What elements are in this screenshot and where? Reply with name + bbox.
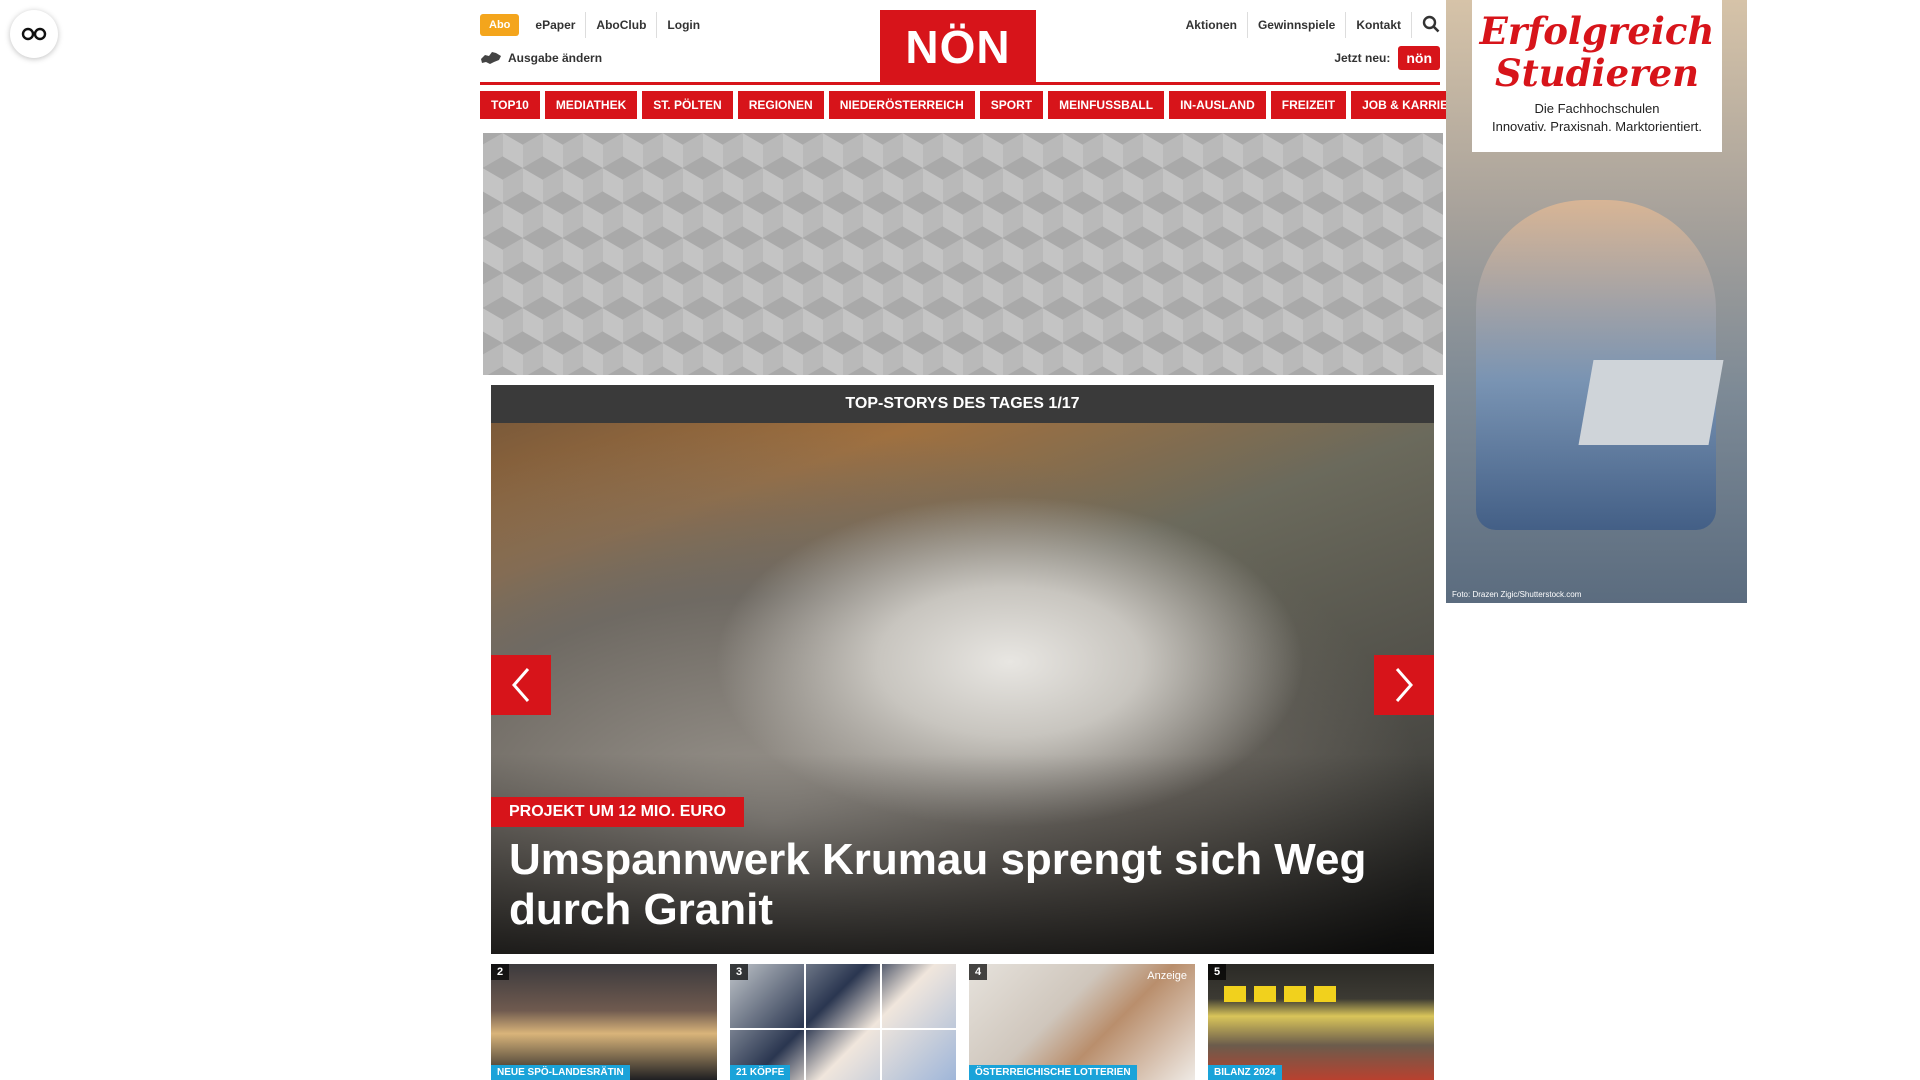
edition-label: Ausgabe ändern xyxy=(508,51,603,65)
ad-laptop-image xyxy=(1578,360,1724,445)
epaper-link[interactable]: ePaper xyxy=(525,12,585,38)
top-nav-left: Abo ePaper AboClub Login xyxy=(480,12,710,38)
noen-app-badge: nön xyxy=(1398,46,1440,70)
chevron-left-icon xyxy=(512,668,530,702)
edition-switcher[interactable]: Ausgabe ändern xyxy=(480,50,602,66)
ad-subtitle-line1: Die Fachhochschulen xyxy=(1534,101,1660,116)
reader-mode-button[interactable] xyxy=(10,10,58,58)
ad-photo-credit: Foto: Drazen Zigic/Shutterstock.com xyxy=(1452,590,1582,599)
teaser-card[interactable]: 2 NEUE SPÖ-LANDESRÄTIN xyxy=(491,964,717,1080)
aktionen-link[interactable]: Aktionen xyxy=(1176,12,1248,38)
nav-top10[interactable]: TOP10 xyxy=(480,91,540,119)
sidebar-ad[interactable]: Erfolgreich Studieren Die Fachhochschule… xyxy=(1446,0,1747,603)
teaser-number: 3 xyxy=(730,964,749,980)
story-kicker: PROJEKT UM 12 MIO. EURO xyxy=(491,797,744,827)
teaser-number: 2 xyxy=(491,964,510,980)
teaser-tag: BILANZ 2024 xyxy=(1208,1065,1282,1080)
nav-niederoesterreich[interactable]: NIEDERÖSTERREICH xyxy=(828,91,975,119)
teaser-card[interactable]: 4 Anzeige ÖSTERREICHISCHE LOTTERIEN xyxy=(969,964,1195,1080)
abo-button[interactable]: Abo xyxy=(480,14,520,36)
ad-title-line1: Erfolgreich xyxy=(1479,9,1715,53)
slider-prev-button[interactable] xyxy=(491,655,551,715)
nav-st-poelten[interactable]: ST. PÖLTEN xyxy=(642,91,733,119)
ad-text-box: Erfolgreich Studieren Die Fachhochschule… xyxy=(1472,0,1722,152)
teaser-tag: NEUE SPÖ-LANDESRÄTIN xyxy=(491,1065,630,1080)
ad-placeholder-banner xyxy=(483,133,1443,375)
search-icon[interactable] xyxy=(1412,15,1440,36)
slider-title: TOP-STORYS DES TAGES 1/17 xyxy=(491,385,1434,423)
kontakt-link[interactable]: Kontakt xyxy=(1346,12,1412,38)
site-header: Abo ePaper AboClub Login Ausgabe ändern … xyxy=(480,0,1440,85)
new-app-promo[interactable]: Jetzt neu: nön xyxy=(1334,46,1440,70)
ad-title-line2: Studieren xyxy=(1494,51,1700,95)
teaser-tag: 21 KÖPFE xyxy=(730,1065,791,1080)
main-navigation: TOP10 MEDIATHEK ST. PÖLTEN REGIONEN NIED… xyxy=(480,91,1476,119)
chevron-right-icon xyxy=(1395,668,1413,702)
nav-in-ausland[interactable]: IN-AUSLAND xyxy=(1169,91,1266,119)
ad-subtitle-line2: Innovativ. Praxisnah. Marktorientiert. xyxy=(1491,119,1702,134)
slider-next-button[interactable] xyxy=(1374,655,1434,715)
nav-regionen[interactable]: REGIONEN xyxy=(737,91,824,119)
gewinnspiele-link[interactable]: Gewinnspiele xyxy=(1248,12,1347,38)
nav-mediathek[interactable]: MEDIATHEK xyxy=(544,91,638,119)
teaser-card[interactable]: 3 21 KÖPFE xyxy=(730,964,956,1080)
slider-image[interactable]: PROJEKT UM 12 MIO. EURO Umspannwerk Krum… xyxy=(491,423,1434,954)
ad-label: Anzeige xyxy=(1147,970,1187,982)
story-headline[interactable]: Umspannwerk Krumau sprengt sich Weg durc… xyxy=(509,835,1389,935)
aboclub-link[interactable]: AboClub xyxy=(585,12,656,38)
nav-meinfussball[interactable]: MEINFUSSBALL xyxy=(1048,91,1165,119)
top-nav-right: Aktionen Gewinnspiele Kontakt xyxy=(1176,12,1440,38)
header-divider xyxy=(480,82,1440,85)
site-logo[interactable]: NÖN xyxy=(880,10,1036,84)
story-teasers: 2 NEUE SPÖ-LANDESRÄTIN 3 21 KÖPFE 4 Anze… xyxy=(491,964,1434,1080)
login-link[interactable]: Login xyxy=(656,12,710,38)
glasses-icon xyxy=(21,27,47,41)
nav-freizeit[interactable]: FREIZEIT xyxy=(1270,91,1347,119)
austria-map-icon xyxy=(481,52,501,64)
page-container: Abo ePaper AboClub Login Ausgabe ändern … xyxy=(480,0,1476,1080)
jetzt-label: Jetzt neu: xyxy=(1334,51,1391,65)
top-stories-slider: TOP-STORYS DES TAGES 1/17 PROJEKT UM 12 … xyxy=(491,385,1434,954)
teaser-number: 4 xyxy=(969,964,988,980)
teaser-number: 5 xyxy=(1208,964,1227,980)
nav-sport[interactable]: SPORT xyxy=(979,91,1044,119)
teaser-tag: ÖSTERREICHISCHE LOTTERIEN xyxy=(969,1065,1137,1080)
airport-signs xyxy=(1224,986,1336,1002)
teaser-card[interactable]: 5 BILANZ 2024 xyxy=(1208,964,1434,1080)
